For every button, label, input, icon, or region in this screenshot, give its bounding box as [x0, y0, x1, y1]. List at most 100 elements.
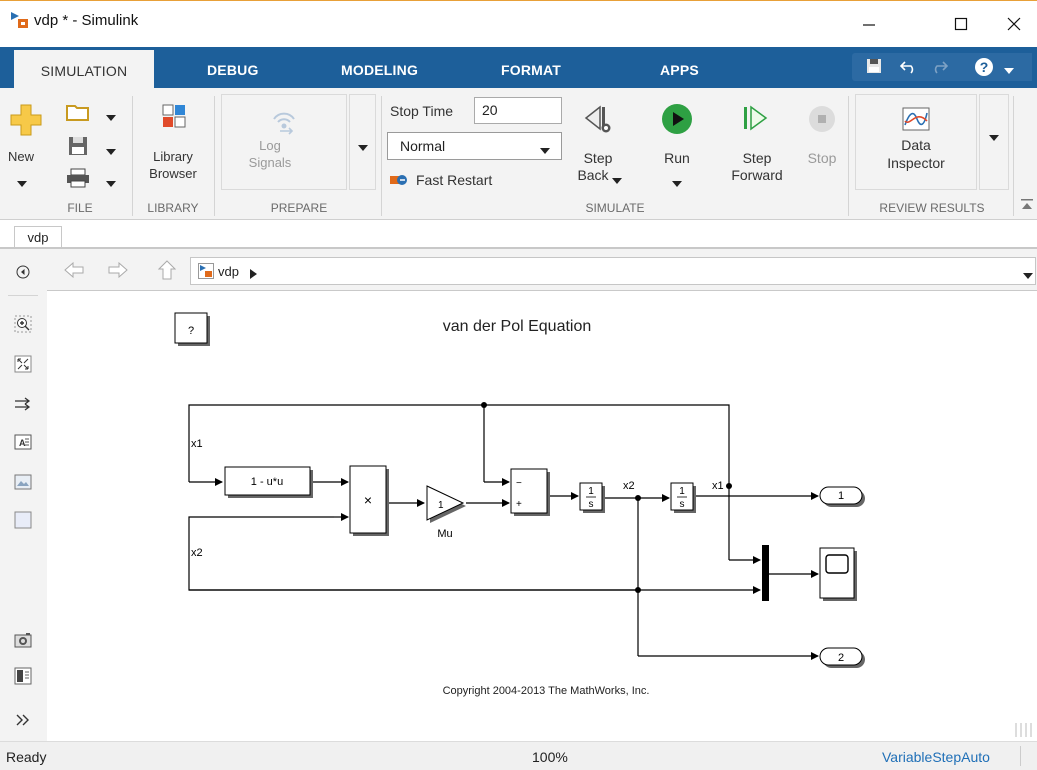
- library-browser-icon: [162, 104, 186, 131]
- forward-arrow-icon[interactable]: [108, 261, 128, 281]
- hide-browser-icon[interactable]: [10, 259, 36, 285]
- review-gallery-expand[interactable]: [979, 94, 1009, 190]
- breadcrumb[interactable]: vdp: [190, 257, 1036, 285]
- model-canvas[interactable]: van der Pol Equation ? x1 x2 x2 x1 1 - u…: [47, 291, 1037, 741]
- stop-time-label: Stop Time: [390, 103, 454, 119]
- print-dropdown-icon[interactable]: [106, 176, 116, 191]
- section-file: FILE: [67, 201, 93, 215]
- section-simulate: SIMULATE: [585, 201, 645, 215]
- help-block-label: ?: [188, 325, 194, 337]
- breadcrumb-vdp[interactable]: vdp: [218, 264, 239, 279]
- step-back-icon: [584, 104, 612, 137]
- mux-block[interactable]: [762, 545, 769, 601]
- save-model-icon[interactable]: [68, 136, 88, 159]
- palette-divider: [8, 295, 38, 296]
- breadcrumb-chevron-icon[interactable]: [250, 267, 257, 282]
- library-browser-button[interactable]: Library Browser: [136, 100, 210, 190]
- svg-text:A: A: [19, 438, 26, 448]
- signal-label-x2[interactable]: x2: [623, 480, 635, 492]
- property-inspector-icon[interactable]: [10, 663, 36, 689]
- route-lines-icon[interactable]: [10, 391, 36, 417]
- outport-2-block[interactable]: 2: [819, 647, 865, 668]
- minimize-button[interactable]: [846, 1, 892, 47]
- stop-label: Stop: [807, 150, 837, 166]
- log-signals-label-2: Signals: [248, 155, 292, 170]
- print-icon[interactable]: [66, 168, 90, 191]
- solver-link[interactable]: VariableStepAuto: [882, 749, 990, 765]
- signal-label-x1-left[interactable]: x1: [191, 438, 203, 450]
- resize-grip-icon[interactable]: [1014, 723, 1034, 740]
- block-diagram: van der Pol Equation ? x1 x2 x2 x1 1 - u…: [174, 312, 865, 697]
- sum-block[interactable]: − +: [510, 468, 550, 516]
- sum-minus-sign: −: [516, 478, 522, 489]
- quick-access-toolbar: ?: [852, 53, 1032, 81]
- tab-vdp[interactable]: vdp: [14, 226, 62, 249]
- svg-text:?: ?: [980, 59, 989, 75]
- tab-apps[interactable]: APPS: [660, 47, 699, 88]
- new-button[interactable]: New: [4, 100, 48, 190]
- image-icon[interactable]: [10, 469, 36, 495]
- step-forward-button[interactable]: Step Forward: [722, 98, 792, 194]
- save-icon[interactable]: [866, 58, 882, 77]
- help-icon[interactable]: ?: [974, 57, 994, 80]
- up-arrow-icon[interactable]: [157, 260, 177, 283]
- model-title: van der Pol Equation: [443, 318, 592, 335]
- chevron-down-icon: [989, 130, 999, 145]
- product-block-label: ×: [364, 492, 372, 508]
- ribbon-divider: [1013, 96, 1014, 216]
- data-inspector-button[interactable]: Data Inspector: [855, 94, 977, 190]
- outport-1-block[interactable]: 1: [819, 486, 865, 507]
- data-inspector-icon: [902, 107, 930, 134]
- tab-modeling[interactable]: MODELING: [341, 47, 418, 88]
- product-block[interactable]: ×: [349, 465, 389, 536]
- close-button[interactable]: [991, 1, 1037, 47]
- chevron-down-icon: [358, 140, 368, 155]
- area-icon[interactable]: [10, 507, 36, 533]
- fcn-block-label: 1 - u*u: [251, 476, 283, 488]
- integrator-x2-block[interactable]: 1 s: [579, 482, 605, 513]
- step-forward-label-2: Forward: [731, 167, 783, 183]
- signal-label-x1[interactable]: x1: [712, 480, 724, 492]
- undo-icon[interactable]: [899, 58, 918, 77]
- annotation-icon[interactable]: A: [10, 429, 36, 455]
- open-dropdown-icon[interactable]: [106, 110, 116, 125]
- run-dropdown-icon[interactable]: [672, 176, 682, 191]
- more-tools-icon[interactable]: [10, 707, 36, 733]
- run-button[interactable]: Run: [652, 98, 704, 194]
- fcn-block[interactable]: 1 - u*u: [224, 466, 313, 498]
- help-block[interactable]: ?: [174, 312, 210, 346]
- help-dropdown-icon[interactable]: [1004, 63, 1014, 78]
- breadcrumb-dropdown-icon[interactable]: [1023, 268, 1033, 283]
- stop-time-input[interactable]: 20: [474, 97, 562, 124]
- prepare-gallery-expand[interactable]: [349, 94, 376, 190]
- copyright-note: Copyright 2004-2013 The MathWorks, Inc.: [443, 685, 650, 697]
- step-back-button[interactable]: Step Back: [570, 98, 628, 194]
- integrator-x2-numerator: 1: [588, 486, 594, 497]
- simulation-mode-select[interactable]: Normal: [387, 132, 562, 160]
- collapse-ribbon-icon[interactable]: [1021, 198, 1033, 213]
- gain-block[interactable]: 1 Mu: [426, 485, 466, 540]
- back-arrow-icon[interactable]: [64, 261, 84, 281]
- zoom-in-icon[interactable]: [10, 311, 36, 337]
- maximize-button[interactable]: [938, 1, 984, 47]
- step-back-dropdown-icon[interactable]: [612, 173, 622, 188]
- chevron-down-icon: [540, 143, 550, 158]
- signal-label-x2-left[interactable]: x2: [191, 547, 203, 559]
- fast-restart-toggle[interactable]: Fast Restart: [388, 170, 528, 192]
- window-title: vdp * - Simulink: [34, 12, 139, 29]
- ribbon-tab-bar: SIMULATION DEBUG MODELING FORMAT APPS ?: [0, 47, 1037, 88]
- tab-simulation[interactable]: SIMULATION: [14, 47, 154, 88]
- redo-icon[interactable]: [930, 58, 949, 77]
- tab-format[interactable]: FORMAT: [501, 47, 561, 88]
- open-folder-icon[interactable]: [66, 102, 90, 125]
- zoom-level[interactable]: 100%: [532, 749, 568, 765]
- step-forward-label-1: Step: [742, 150, 772, 166]
- new-dropdown-icon[interactable]: [17, 176, 27, 191]
- snapshot-icon[interactable]: [10, 627, 36, 653]
- tab-debug[interactable]: DEBUG: [207, 47, 259, 88]
- save-dropdown-icon[interactable]: [106, 144, 116, 159]
- scope-block[interactable]: [819, 547, 857, 601]
- integrator-x1-block[interactable]: 1 s: [670, 482, 696, 513]
- fit-to-view-icon[interactable]: [10, 351, 36, 377]
- new-label: New: [7, 149, 34, 164]
